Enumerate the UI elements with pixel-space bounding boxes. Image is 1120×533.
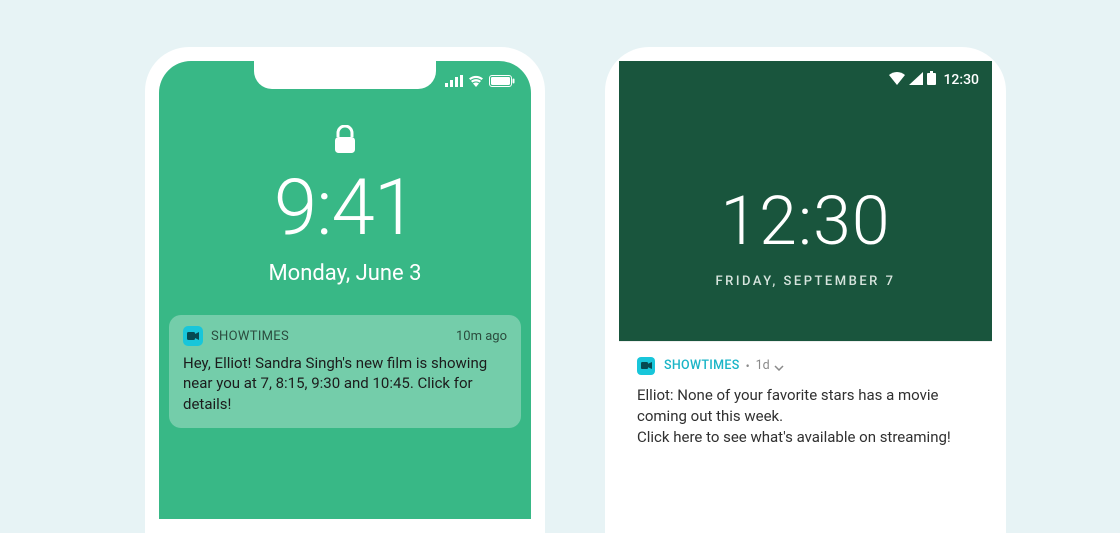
chevron-down-icon[interactable] <box>774 356 784 375</box>
android-phone-mockup: 12:30 12:30 FRIDAY, SEPTEMBER 7 SHOWTIME… <box>605 47 1006 533</box>
battery-icon <box>489 72 515 91</box>
battery-icon <box>927 70 936 89</box>
ios-notch <box>254 61 436 89</box>
ios-phone-mockup: 9:41 Monday, June 3 SHOWTIMES 10m ago He… <box>145 47 545 533</box>
notification-timestamp: 10m ago <box>456 329 507 344</box>
ios-status-bar <box>445 72 515 91</box>
signal-icon <box>909 70 923 89</box>
ios-lock-screen: 9:41 Monday, June 3 SHOWTIMES 10m ago He… <box>159 61 531 519</box>
wifi-icon <box>468 72 484 91</box>
showtimes-app-icon <box>183 326 203 346</box>
wifi-icon <box>889 70 905 89</box>
separator-dot: • <box>746 359 750 373</box>
android-status-bar: 12:30 <box>889 70 979 89</box>
showtimes-app-icon <box>637 357 655 375</box>
notification-header: SHOWTIMES 10m ago <box>183 326 507 346</box>
signal-icon <box>445 72 463 91</box>
notification-app-name: SHOWTIMES <box>211 329 456 344</box>
notification-body: Elliot: None of your favorite stars has … <box>637 385 974 448</box>
lock-icon <box>334 125 356 159</box>
notification-app-name: SHOWTIMES <box>664 358 740 373</box>
notification-timestamp: 1d <box>756 358 770 373</box>
notification-header: SHOWTIMES • 1d <box>637 356 974 375</box>
android-lock-screen: 12:30 12:30 FRIDAY, SEPTEMBER 7 SHOWTIME… <box>619 61 992 519</box>
ios-clock: 9:41 <box>159 163 531 254</box>
android-notification[interactable]: SHOWTIMES • 1d Elliot: None of your favo… <box>619 341 992 464</box>
status-bar-time: 12:30 <box>943 72 979 88</box>
android-clock: 12:30 <box>619 181 992 261</box>
ios-notification[interactable]: SHOWTIMES 10m ago Hey, Elliot! Sandra Si… <box>169 315 521 428</box>
notification-body: Hey, Elliot! Sandra Singh's new film is … <box>183 353 507 414</box>
android-date: FRIDAY, SEPTEMBER 7 <box>619 274 992 289</box>
ios-date: Monday, June 3 <box>159 261 531 286</box>
